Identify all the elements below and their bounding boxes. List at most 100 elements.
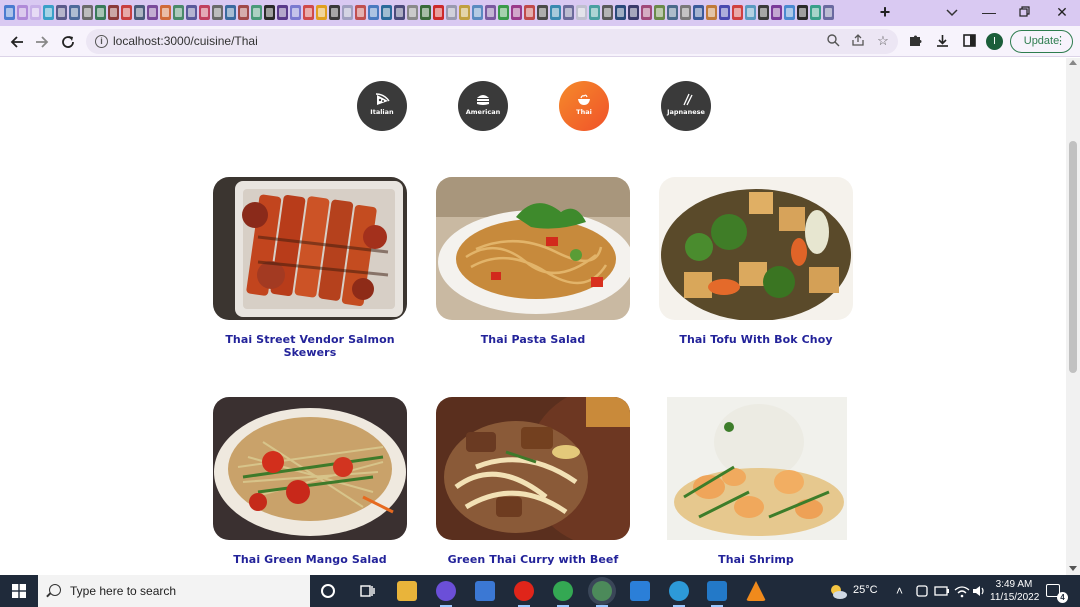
browser-tab[interactable]	[524, 5, 535, 20]
browser-tab[interactable]	[225, 5, 236, 20]
browser-tab[interactable]	[810, 5, 821, 20]
file-explorer-app[interactable]	[397, 581, 417, 601]
recipe-title[interactable]: Thai Green Mango Salad	[213, 553, 407, 566]
browser-tab[interactable]	[355, 5, 366, 20]
browser-tab[interactable]	[238, 5, 249, 20]
chrome-app[interactable]	[553, 581, 573, 607]
browser-tab[interactable]	[732, 5, 743, 20]
tab-search-button[interactable]	[944, 4, 960, 20]
browser-tab[interactable]	[173, 5, 184, 20]
category-thai[interactable]: Thai	[559, 81, 609, 131]
browser-tab[interactable]	[784, 5, 795, 20]
recipe-card[interactable]: Thai Green Mango Salad	[213, 397, 407, 566]
recipe-title[interactable]: Thai Street Vendor Salmon Skewers	[213, 333, 407, 359]
scroll-up-arrow[interactable]	[1069, 60, 1077, 65]
browser-tab[interactable]	[641, 5, 652, 20]
volume-icon[interactable]	[970, 582, 988, 602]
clock[interactable]: 3:49 AM 11/15/2022	[990, 578, 1039, 604]
browser-tab[interactable]	[680, 5, 691, 20]
browser-tab[interactable]	[459, 5, 470, 20]
browser-tab[interactable]	[186, 5, 197, 20]
edge-app[interactable]	[669, 581, 689, 607]
browser-tab[interactable]	[251, 5, 262, 20]
browser-tab[interactable]	[550, 5, 561, 20]
taskbar-search-box[interactable]: Type here to search	[38, 575, 310, 607]
browser-tab[interactable]	[4, 5, 15, 20]
thai-shrimp-photo[interactable]	[659, 397, 853, 540]
category-japanese[interactable]: Japnanese	[661, 81, 711, 131]
category-italian[interactable]: Italian	[357, 81, 407, 131]
browser-tab[interactable]	[576, 5, 587, 20]
browser-tab[interactable]	[82, 5, 93, 20]
scroll-thumb[interactable]	[1069, 141, 1077, 373]
bookmark-star-icon[interactable]: ☆	[875, 33, 891, 49]
browser-tab[interactable]	[277, 5, 288, 20]
browser-tab[interactable]	[368, 5, 379, 20]
browser-tab[interactable]	[316, 5, 327, 20]
browser-tab[interactable]	[823, 5, 834, 20]
battery-icon[interactable]	[933, 582, 951, 602]
browser-tab[interactable]	[303, 5, 314, 20]
side-panel-icon[interactable]	[960, 33, 978, 51]
opera-app[interactable]	[514, 581, 534, 607]
browser-tab[interactable]	[108, 5, 119, 20]
green-mango-salad-photo[interactable]	[213, 397, 407, 540]
restore-button[interactable]	[1012, 2, 1038, 22]
browser-tab[interactable]	[498, 5, 509, 20]
forward-button[interactable]	[31, 31, 53, 53]
extensions-puzzle-icon[interactable]	[906, 33, 924, 51]
browser-tab[interactable]	[706, 5, 717, 20]
profile-avatar[interactable]: I	[986, 33, 1003, 50]
browser-tab[interactable]	[589, 5, 600, 20]
start-button[interactable]	[12, 584, 26, 598]
browser-tab[interactable]	[719, 5, 730, 20]
browser-tab[interactable]	[511, 5, 522, 20]
browser-tab[interactable]	[667, 5, 678, 20]
recipe-card[interactable]: Thai Street Vendor Salmon Skewers	[213, 177, 407, 359]
browser-tab[interactable]	[43, 5, 54, 20]
download-icon[interactable]	[933, 33, 951, 51]
browser-tab[interactable]	[134, 5, 145, 20]
browser-tab[interactable]	[433, 5, 444, 20]
browser-tab[interactable]	[160, 5, 171, 20]
recipe-title[interactable]: Thai Tofu With Bok Choy	[659, 333, 853, 346]
browser-tab[interactable]	[329, 5, 340, 20]
pasta-salad-photo[interactable]	[436, 177, 630, 320]
browser-tab[interactable]	[485, 5, 496, 20]
browser-tab[interactable]	[56, 5, 67, 20]
browser-tab[interactable]	[446, 5, 457, 20]
browser-tab[interactable]	[147, 5, 158, 20]
browser-tab[interactable]	[628, 5, 639, 20]
mail-app[interactable]	[630, 581, 650, 601]
weather-icon[interactable]	[828, 582, 848, 602]
browser-tab[interactable]	[290, 5, 301, 20]
browser-tab[interactable]	[264, 5, 275, 20]
browser-tab[interactable]	[17, 5, 28, 20]
reload-button[interactable]	[57, 31, 79, 53]
browser-tab[interactable]	[95, 5, 106, 20]
browser-tab[interactable]	[693, 5, 704, 20]
browser-tab[interactable]	[121, 5, 132, 20]
browser-tab[interactable]	[212, 5, 223, 20]
scroll-down-arrow[interactable]	[1069, 566, 1077, 571]
cortana-button[interactable]	[318, 581, 338, 601]
browser-tab[interactable]	[199, 5, 210, 20]
browser-tab[interactable]	[797, 5, 808, 20]
back-button[interactable]	[6, 31, 28, 53]
vlc-app[interactable]	[746, 581, 766, 601]
weather-temperature[interactable]: 25°C	[853, 584, 878, 596]
browser-tab[interactable]	[537, 5, 548, 20]
info-icon[interactable]: i	[95, 35, 108, 48]
browser-tab[interactable]	[602, 5, 613, 20]
browser-tab[interactable]	[654, 5, 665, 20]
task-view-button[interactable]	[357, 581, 377, 601]
browser-tab[interactable]	[771, 5, 782, 20]
browser-tab[interactable]	[342, 5, 353, 20]
close-window-button[interactable]: ✕	[1049, 2, 1075, 22]
recipe-title[interactable]: Thai Pasta Salad	[436, 333, 630, 346]
chrome-app-active[interactable]	[592, 581, 612, 607]
wifi-icon[interactable]	[953, 582, 971, 602]
recipe-card[interactable]: Thai Tofu With Bok Choy	[659, 177, 853, 346]
browser-tab[interactable]	[615, 5, 626, 20]
update-button[interactable]: Update ⋮	[1010, 30, 1073, 53]
